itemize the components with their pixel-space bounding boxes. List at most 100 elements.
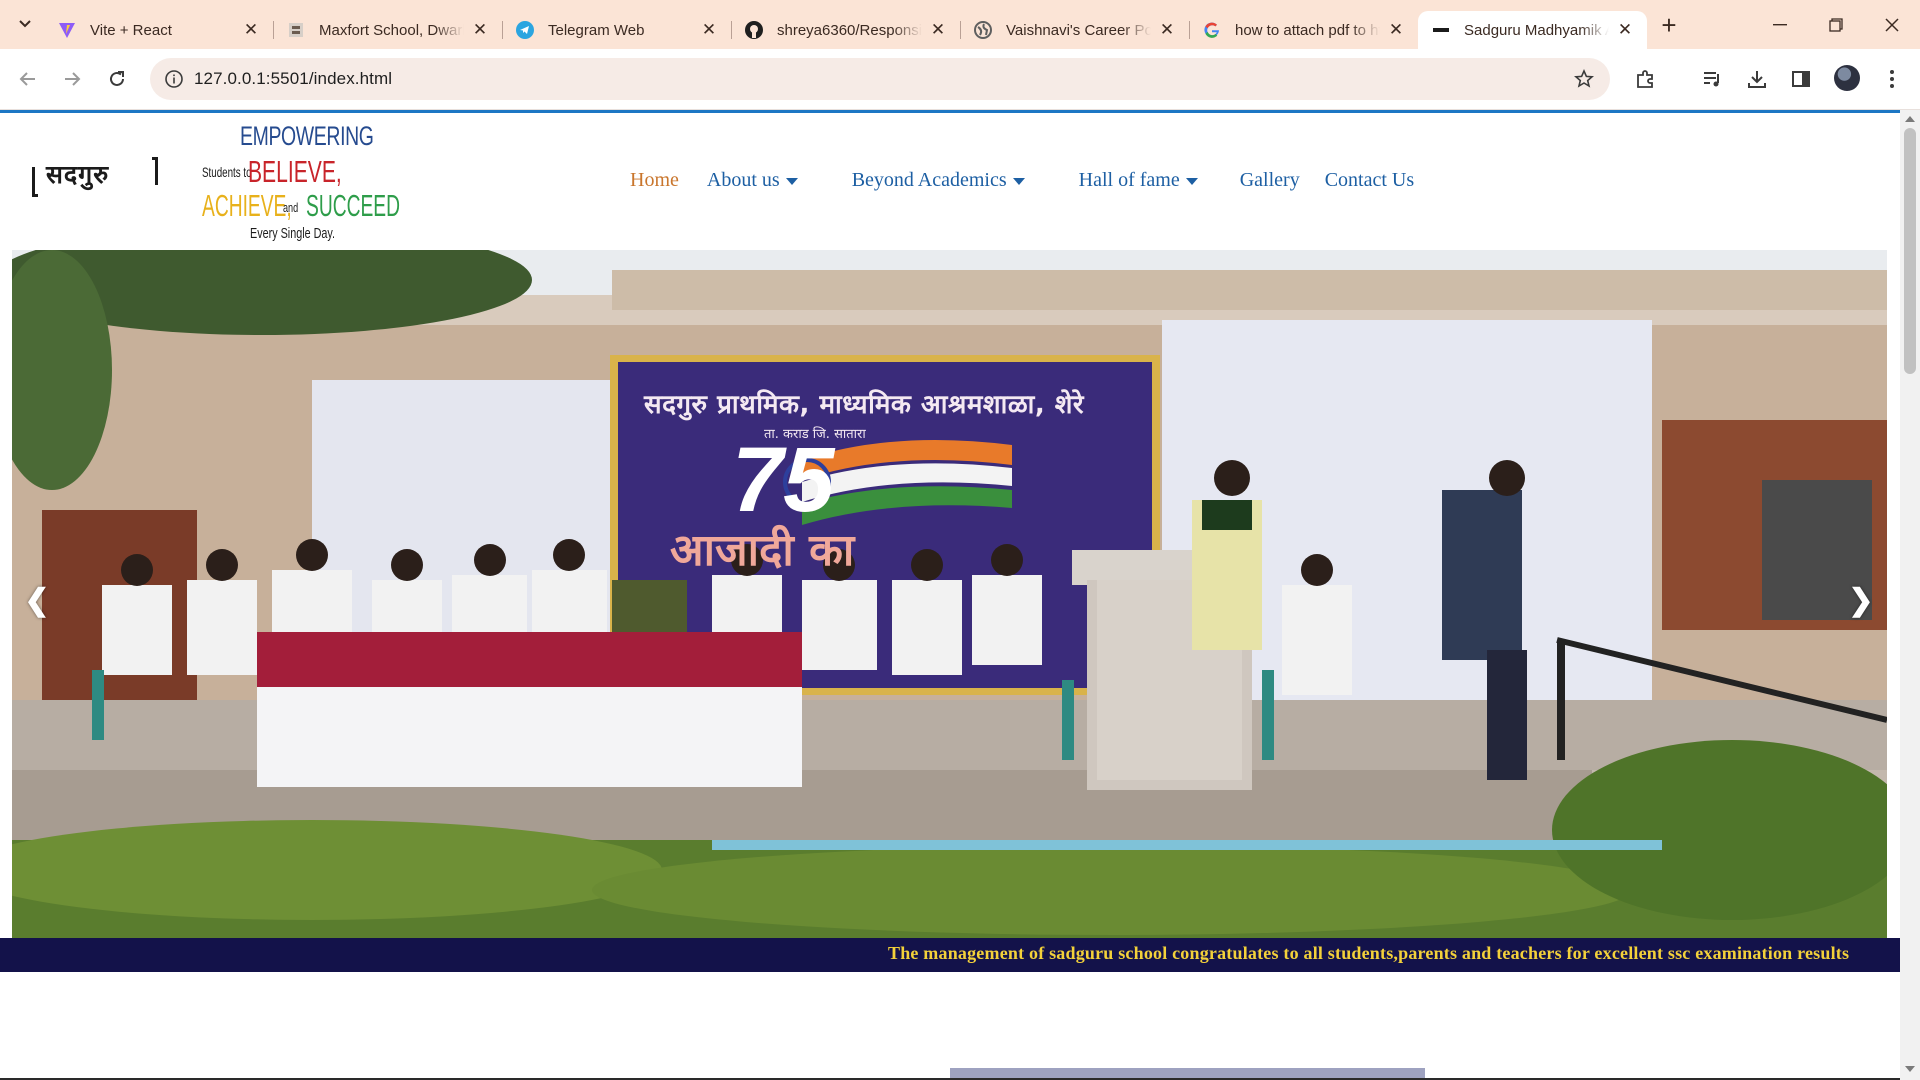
nav-contact-us[interactable]: Contact Us bbox=[1325, 169, 1414, 192]
sadguru-icon bbox=[1432, 21, 1450, 39]
caret-down-icon bbox=[1185, 177, 1198, 185]
tab-title: Vaishnavi's Career Portfolio bbox=[1006, 21, 1151, 39]
slide-prev-button[interactable]: ❮ bbox=[22, 580, 52, 620]
tab-search-button[interactable] bbox=[10, 8, 40, 38]
slogan-line: Students to bbox=[202, 164, 252, 180]
nav-about-us[interactable]: About us bbox=[707, 169, 798, 192]
close-icon[interactable]: ✕ bbox=[470, 20, 490, 40]
tab-title: how to attach pdf to html bbox=[1235, 21, 1380, 39]
slogan-logo: EMPOWERING Students to BELIEVE, ACHIEVE,… bbox=[200, 121, 400, 245]
nav-label: Contact Us bbox=[1324, 168, 1415, 191]
telegram-icon bbox=[516, 21, 534, 39]
logo-text: सदगुरु bbox=[46, 160, 110, 189]
slogan-line: BELIEVE, bbox=[248, 154, 342, 189]
site-header: सदगुरु EMPOWERING Students to BELIEVE, A… bbox=[0, 113, 1900, 250]
close-window-button[interactable] bbox=[1864, 0, 1920, 49]
close-icon[interactable]: ✕ bbox=[1386, 20, 1406, 40]
scroll-thumb[interactable] bbox=[1904, 128, 1916, 374]
slogan-line: ACHIEVE, bbox=[202, 188, 292, 223]
tab-title: Telegram Web bbox=[548, 21, 645, 39]
close-icon[interactable]: ✕ bbox=[1615, 20, 1635, 40]
forward-button[interactable] bbox=[56, 63, 88, 95]
main-navigation: Home About us Beyond Academics Hall of f… bbox=[630, 165, 1414, 195]
arrow-left-icon bbox=[19, 72, 35, 86]
browser-tab[interactable]: shreya6360/ResponsiveWebsite ✕ bbox=[731, 11, 960, 49]
close-icon[interactable]: ✕ bbox=[928, 20, 948, 40]
close-icon bbox=[1885, 17, 1899, 32]
side-panel-button[interactable] bbox=[1785, 63, 1817, 95]
browser-tab[interactable]: Vaishnavi's Career Portfolio ✕ bbox=[960, 11, 1189, 49]
tab-title: Sadguru Madhyamik Ashramshala bbox=[1464, 21, 1609, 39]
music-queue-icon bbox=[1704, 72, 1719, 87]
restore-button[interactable] bbox=[1808, 0, 1864, 49]
slogan-line: EMPOWERING bbox=[240, 121, 374, 151]
close-icon[interactable]: ✕ bbox=[1157, 20, 1177, 40]
github-icon bbox=[745, 21, 763, 39]
reload-icon bbox=[110, 71, 124, 86]
page-scrollbar[interactable] bbox=[1900, 110, 1920, 1080]
nav-label: Gallery bbox=[1239, 168, 1300, 191]
arrow-right-icon bbox=[65, 72, 81, 86]
nav-gallery[interactable]: Gallery bbox=[1240, 169, 1300, 192]
slogan-line: Every Single Day. bbox=[250, 225, 336, 242]
close-icon[interactable]: ✕ bbox=[241, 20, 261, 40]
new-tab-button[interactable]: + bbox=[1651, 8, 1687, 44]
tab-title: shreya6360/ResponsiveWebsite bbox=[777, 21, 922, 39]
site-info-icon[interactable] bbox=[164, 69, 184, 89]
slogan-line: and bbox=[283, 200, 299, 215]
extensions-button[interactable] bbox=[1630, 63, 1662, 95]
banner-title: सदगुरु प्राथमिक, माध्यमिक आश्रमशाळा, शेर… bbox=[644, 390, 1085, 420]
scroll-down-icon[interactable] bbox=[1905, 1066, 1915, 1072]
banner-word: आजादी का bbox=[670, 525, 855, 576]
google-icon bbox=[1203, 21, 1221, 39]
news-marquee: The management of sadguru school congrat… bbox=[0, 938, 1900, 972]
back-button[interactable] bbox=[12, 63, 44, 95]
browser-tab-bar: Vite + React ✕ Maxfort School, Dwarka ✕ … bbox=[0, 0, 1920, 49]
nav-label: Beyond Academics bbox=[851, 168, 1007, 191]
nav-label: Home bbox=[630, 168, 679, 191]
browser-tab[interactable]: Telegram Web ✕ bbox=[502, 11, 731, 49]
browser-tab[interactable]: Maxfort School, Dwarka ✕ bbox=[273, 11, 502, 49]
restore-icon bbox=[1829, 17, 1843, 32]
browser-toolbar: 127.0.0.1:5501/index.html bbox=[0, 49, 1920, 110]
caret-down-icon bbox=[785, 177, 798, 185]
puzzle-icon bbox=[1637, 70, 1653, 88]
marquee-text: The management of sadguru school congrat… bbox=[888, 943, 1850, 963]
browser-tab-active[interactable]: Sadguru Madhyamik Ashramshala ✕ bbox=[1418, 11, 1647, 49]
tab-title: Maxfort School, Dwarka bbox=[319, 21, 464, 39]
bookmark-star-icon[interactable] bbox=[1572, 67, 1596, 91]
profile-avatar[interactable] bbox=[1834, 65, 1860, 91]
address-bar[interactable]: 127.0.0.1:5501/index.html bbox=[150, 58, 1610, 100]
nav-beyond-academics[interactable]: Beyond Academics bbox=[852, 169, 1025, 192]
page-viewport: सदगुरु EMPOWERING Students to BELIEVE, A… bbox=[0, 110, 1920, 1080]
nav-home[interactable]: Home bbox=[630, 169, 679, 192]
globe-icon bbox=[974, 21, 992, 39]
close-icon[interactable]: ✕ bbox=[699, 20, 719, 40]
school-logo[interactable]: सदगुरु bbox=[32, 155, 158, 201]
browser-menu-button[interactable] bbox=[1876, 63, 1908, 95]
nav-hall-of-fame[interactable]: Hall of fame bbox=[1079, 169, 1198, 192]
vite-icon bbox=[58, 21, 76, 39]
browser-tab[interactable]: how to attach pdf to html ✕ bbox=[1189, 11, 1418, 49]
downloads-button[interactable] bbox=[1741, 63, 1773, 95]
reload-button[interactable] bbox=[101, 63, 133, 95]
tab-title: Vite + React bbox=[90, 21, 172, 39]
slide-photo bbox=[12, 250, 1887, 938]
slogan-line: SUCCEED bbox=[306, 188, 400, 223]
scroll-up-icon[interactable] bbox=[1905, 116, 1915, 122]
nav-label: Hall of fame bbox=[1078, 168, 1180, 191]
slide-next-button[interactable]: ❯ bbox=[1846, 580, 1876, 620]
hero-slideshow: सदगुरु प्राथमिक, माध्यमिक आश्रमशाळा, शेर… bbox=[12, 250, 1887, 938]
chevron-down-icon bbox=[19, 20, 31, 28]
side-panel-icon bbox=[1792, 71, 1810, 87]
browser-tab[interactable]: Vite + React ✕ bbox=[44, 11, 273, 49]
caret-down-icon bbox=[1012, 177, 1025, 185]
tab-strip: Vite + React ✕ Maxfort School, Dwarka ✕ … bbox=[44, 0, 1687, 49]
download-icon bbox=[1748, 71, 1766, 88]
media-controls-button[interactable] bbox=[1696, 63, 1728, 95]
school-icon bbox=[287, 21, 305, 39]
nav-label: About us bbox=[706, 168, 780, 191]
more-vertical-icon bbox=[1890, 70, 1894, 88]
minimize-button[interactable] bbox=[1752, 0, 1808, 49]
url-text[interactable]: 127.0.0.1:5501/index.html bbox=[194, 69, 392, 89]
